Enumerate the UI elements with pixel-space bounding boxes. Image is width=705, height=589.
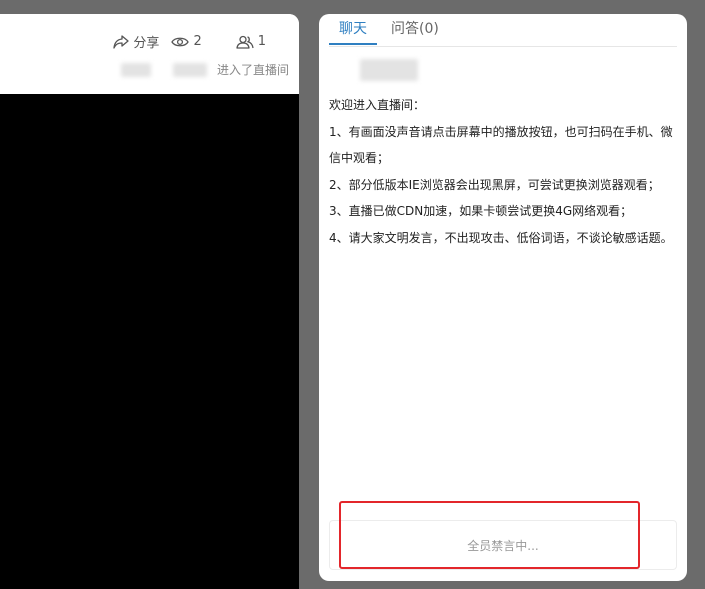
views-count-value: 2: [193, 34, 202, 49]
video-player[interactable]: [0, 94, 299, 589]
share-label: 分享: [133, 36, 160, 51]
notice-line: 3、直播已做CDN加速，如果卡顿尝试更换4G网络观看；: [329, 204, 633, 218]
users-count-value: 1: [257, 34, 266, 49]
eye-icon: [171, 36, 190, 48]
join-text: 进入了直播间: [216, 63, 289, 77]
views-count: 2: [171, 34, 202, 49]
notice-line: 2、部分低版本IE浏览器会出现黑屏，可尝试更换浏览器观看；: [329, 177, 660, 192]
blurred-username: [120, 62, 151, 77]
live-player-panel: 分享 2 1 进入了直播间: [0, 14, 299, 589]
notice-line: 1、有画面没声音请点击屏幕中的播放按钮，也可扫码在手机、微信中观看；: [329, 124, 673, 166]
blurred-username: [172, 62, 207, 77]
online-users-count: 1: [236, 34, 266, 49]
users-icon: [236, 35, 254, 49]
tab-qa[interactable]: 问答(0): [391, 14, 439, 45]
chat-input-disabled: 全员禁言中...: [329, 520, 677, 570]
share-icon: [113, 34, 130, 49]
blurred-username: [360, 59, 418, 81]
stats-row: 分享 2 1: [113, 32, 266, 51]
notice-line: 4、请大家文明发言，不出现攻击、低俗词语，不谈论敏感话题。: [329, 230, 673, 245]
tab-chat[interactable]: 聊天: [329, 14, 377, 45]
chat-tabs: 聊天 问答(0): [329, 14, 677, 47]
live-header: 分享 2 1 进入了直播间: [0, 14, 299, 94]
join-notification: 进入了直播间: [120, 61, 289, 78]
chat-panel: 聊天 问答(0) 欢迎进入直播间： 1、有画面没声音请点击屏幕中的播放按钮，也可…: [319, 14, 687, 581]
notice-line: 欢迎进入直播间：: [329, 98, 426, 112]
share-button[interactable]: 分享: [113, 32, 159, 51]
welcome-notice: 欢迎进入直播间： 1、有画面没声音请点击屏幕中的播放按钮，也可扫码在手机、微信中…: [329, 92, 679, 251]
muted-status-text: 全员禁言中...: [467, 538, 539, 553]
